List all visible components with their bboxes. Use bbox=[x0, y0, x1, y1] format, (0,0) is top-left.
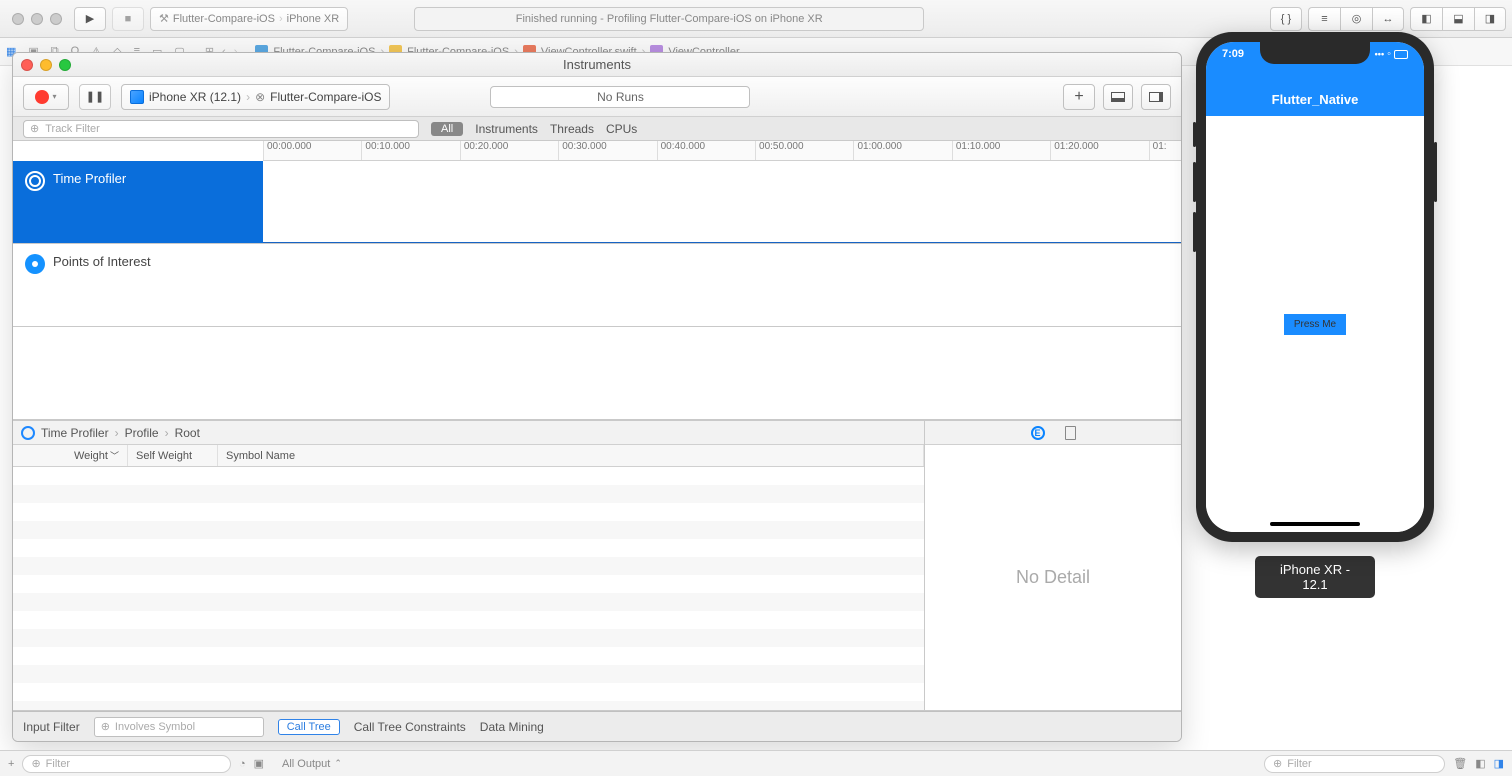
left-panel-toggle[interactable]: ◧ bbox=[1410, 7, 1442, 31]
column-headers: Weight﹀ Self Weight Symbol Name bbox=[13, 445, 924, 467]
involves-symbol-input[interactable]: ⊕ Involves Symbol bbox=[94, 717, 264, 737]
right-panel-toggle[interactable] bbox=[1141, 84, 1171, 110]
filter-icon: ⊕ bbox=[31, 757, 40, 770]
add-instrument-button[interactable]: + bbox=[1063, 84, 1095, 110]
timeline-area: 00:00.000 00:10.000 00:20.000 00:30.000 … bbox=[13, 141, 1181, 421]
data-mining-button[interactable]: Data Mining bbox=[480, 720, 544, 734]
scheme-name: Flutter-Compare-iOS bbox=[173, 13, 275, 25]
trash-icon[interactable]: 🗑 bbox=[1453, 757, 1467, 770]
console-bottom-bar: ⊕ Filter 🗑 ◧ ◨ bbox=[1256, 750, 1512, 776]
window-controls bbox=[6, 13, 68, 25]
window-title: Instruments bbox=[13, 57, 1181, 72]
tab-cpus[interactable]: CPUs bbox=[606, 122, 637, 136]
detail-area: Time Profiler Profile Root Weight﹀ Self … bbox=[13, 421, 1181, 711]
time-profiler-icon bbox=[25, 171, 45, 191]
output-selector[interactable]: All Output bbox=[282, 758, 330, 770]
col-symbol[interactable]: Symbol Name bbox=[218, 445, 924, 466]
device-notch bbox=[1260, 42, 1370, 64]
filter-icon: ⊕ bbox=[101, 720, 110, 733]
device-icon bbox=[130, 90, 144, 104]
detail-breadcrumb[interactable]: Time Profiler Profile Root bbox=[13, 421, 924, 445]
panel-toggle-group: ◧ ⬓ ◨ bbox=[1410, 7, 1506, 31]
app-body: Press Me bbox=[1206, 116, 1424, 532]
navigator-filter-input[interactable]: ⊕ Filter bbox=[22, 755, 231, 773]
track-points-of-interest[interactable]: Points of Interest bbox=[13, 244, 1181, 327]
standard-editor-button[interactable]: ≡ bbox=[1308, 7, 1340, 31]
col-weight[interactable]: Weight﹀ bbox=[13, 445, 128, 466]
document-icon[interactable] bbox=[1065, 426, 1076, 440]
left-pane-icon[interactable]: ◧ bbox=[1475, 757, 1485, 770]
ios-simulator: 7:09 ••• ◦ Flutter_Native Press Me iPhon… bbox=[1196, 32, 1434, 598]
col-self-weight[interactable]: Self Weight bbox=[128, 445, 218, 466]
filter-icon: ⊕ bbox=[1273, 757, 1282, 770]
instruments-titlebar: Instruments bbox=[13, 53, 1181, 77]
instruments-toolbar: ▾ ❚❚ iPhone XR (12.1) › ⊗ Flutter-Compar… bbox=[13, 77, 1181, 117]
add-button[interactable]: + bbox=[8, 758, 14, 770]
record-icon bbox=[35, 90, 49, 104]
assistant-editor-button[interactable]: ◎ bbox=[1340, 7, 1372, 31]
track-filter-input[interactable]: ⊕ Track Filter bbox=[23, 120, 419, 138]
filter-icon: ⊕ bbox=[30, 122, 39, 135]
no-detail-label: No Detail bbox=[925, 445, 1181, 710]
profiler-icon bbox=[21, 426, 35, 440]
tab-all[interactable]: All bbox=[431, 122, 463, 136]
home-indicator[interactable] bbox=[1270, 522, 1360, 526]
wifi-icon: ◦ bbox=[1387, 48, 1391, 60]
console-filter-input[interactable]: ⊕ Filter bbox=[1264, 755, 1445, 773]
call-tree-rows bbox=[13, 467, 924, 710]
zoom-icon[interactable] bbox=[50, 13, 62, 25]
runs-status[interactable]: No Runs bbox=[490, 86, 750, 108]
track-time-profiler[interactable]: Time Profiler bbox=[13, 161, 1181, 244]
filter-row: ⊕ Track Filter All Instruments Threads C… bbox=[13, 117, 1181, 141]
input-filter-label: Input Filter bbox=[23, 720, 80, 734]
right-pane-icon[interactable]: ◨ bbox=[1494, 757, 1504, 770]
instruments-bottom-bar: Input Filter ⊕ Involves Symbol Call Tree… bbox=[13, 711, 1181, 741]
debug-bottom-bar: All Output ⌃ bbox=[272, 750, 1256, 776]
bottom-panel-toggle[interactable] bbox=[1103, 84, 1133, 110]
mute-switch[interactable] bbox=[1193, 122, 1196, 147]
battery-icon bbox=[1394, 50, 1408, 59]
status-time: 7:09 bbox=[1222, 48, 1244, 60]
run-button[interactable]: ▶ bbox=[74, 7, 106, 31]
call-tree-button[interactable]: Call Tree bbox=[278, 719, 340, 735]
pause-button[interactable]: ❚❚ bbox=[79, 84, 111, 110]
target-picker[interactable]: iPhone XR (12.1) › ⊗ Flutter-Compare-iOS bbox=[121, 84, 390, 110]
minimize-icon[interactable] bbox=[31, 13, 43, 25]
close-icon[interactable] bbox=[12, 13, 24, 25]
press-me-button[interactable]: Press Me bbox=[1284, 314, 1346, 335]
editor-mode-group: ≡ ◎ ↔ bbox=[1308, 7, 1404, 31]
scm-filter-icon[interactable]: ▣ bbox=[254, 757, 264, 770]
activity-status: Finished running - Profiling Flutter-Com… bbox=[414, 7, 924, 31]
tab-instruments[interactable]: Instruments bbox=[475, 122, 538, 136]
tab-threads[interactable]: Threads bbox=[550, 122, 594, 136]
side-button[interactable] bbox=[1434, 142, 1437, 202]
poi-icon bbox=[25, 254, 45, 274]
instruments-window: Instruments ▾ ❚❚ iPhone XR (12.1) › ⊗ Fl… bbox=[12, 52, 1182, 742]
timeline-ruler[interactable]: 00:00.000 00:10.000 00:20.000 00:30.000 … bbox=[263, 141, 1181, 161]
scheme-picker[interactable]: ⚒ Flutter-Compare-iOS › iPhone XR bbox=[150, 7, 348, 31]
device-name: iPhone XR bbox=[287, 13, 340, 25]
extended-detail-icon[interactable]: E bbox=[1031, 426, 1045, 440]
navigation-bar: Flutter_Native bbox=[1206, 82, 1424, 116]
right-panel-toggle[interactable]: ◨ bbox=[1474, 7, 1506, 31]
stop-button[interactable]: ■ bbox=[112, 7, 144, 31]
code-snippets-button[interactable]: { } bbox=[1270, 7, 1302, 31]
call-tree-constraints-button[interactable]: Call Tree Constraints bbox=[354, 720, 466, 734]
navigator-bottom-bar: + ⊕ Filter ◔ ▣ bbox=[0, 750, 272, 776]
volume-down[interactable] bbox=[1193, 212, 1196, 252]
record-button[interactable]: ▾ bbox=[23, 84, 69, 110]
bottom-panel-toggle[interactable]: ⬓ bbox=[1442, 7, 1474, 31]
detail-sidebar: E No Detail bbox=[925, 421, 1181, 710]
volume-up[interactable] bbox=[1193, 162, 1196, 202]
version-editor-button[interactable]: ↔ bbox=[1372, 7, 1404, 31]
simulator-label: iPhone XR - 12.1 bbox=[1255, 556, 1375, 598]
recent-filter-icon[interactable]: ◔ bbox=[239, 758, 246, 770]
signal-icon: ••• bbox=[1375, 49, 1384, 59]
